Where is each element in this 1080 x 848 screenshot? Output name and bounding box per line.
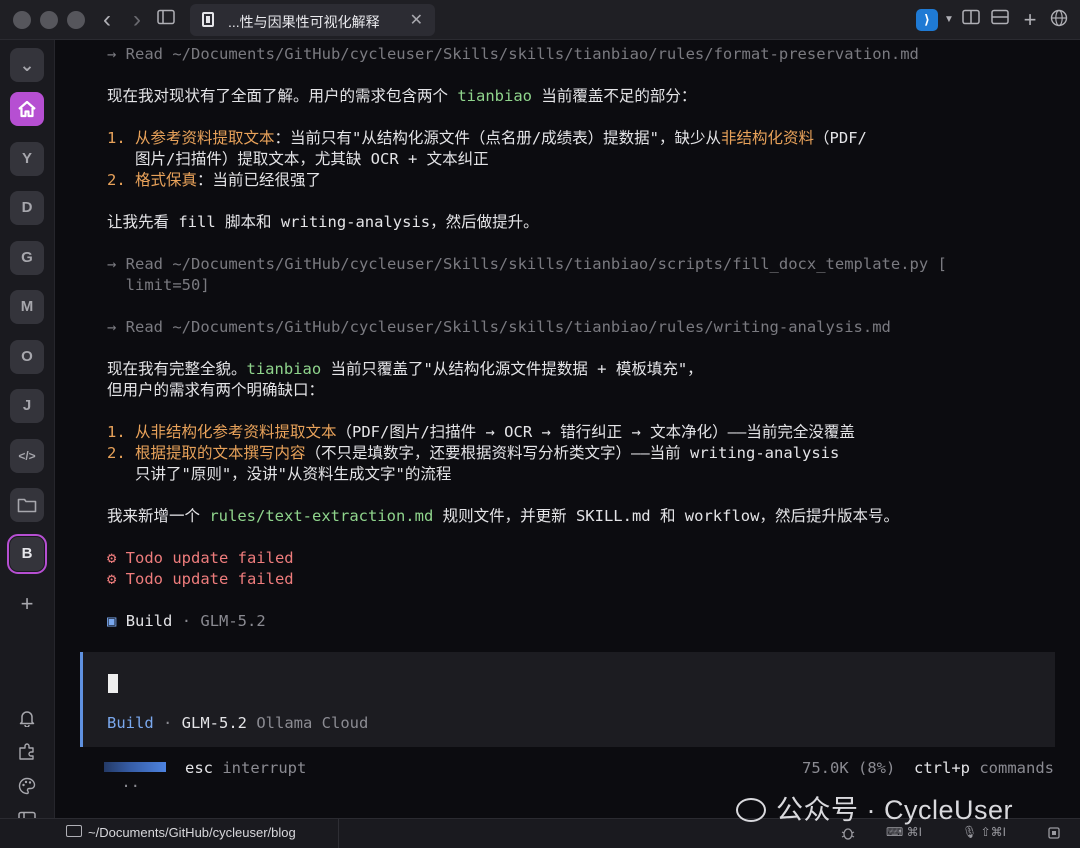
read-log-line: → Read ~/Documents/GitHub/cycleuser/Skil… <box>107 45 919 63</box>
model-label[interactable]: GLM-5.2 <box>182 714 247 732</box>
mic-icon: 🎙 <box>962 825 978 839</box>
list-item: 1. 从参考资料提取文本：当前只有"从结构化源文件（点名册/成绩表）提数据"，缺… <box>107 129 867 147</box>
assistant-message-continuation: 但用户的需求有两个明确缺口： <box>107 381 325 399</box>
minimize-window-button[interactable] <box>40 11 58 29</box>
add-workspace-icon[interactable]: + <box>15 592 39 616</box>
list-item-continuation: 图片/扫描件）提取文本，尤其缺 OCR + 文本纠正 <box>107 150 489 168</box>
assistant-message: 现在我对现状有了全面了解。用户的需求包含两个 tianbiao 当前覆盖不足的部… <box>107 87 697 105</box>
workspace-button[interactable]: D <box>10 191 44 225</box>
highlight-term: tianbiao <box>246 360 322 378</box>
highlight-term: 从参考资料提取文本 <box>135 129 275 147</box>
globe-icon[interactable] <box>1048 9 1070 31</box>
title-bar: ‹ › ...性与因果性可视化解释 ✕ ⟩ ▼ + <box>0 0 1080 40</box>
list-item: 1. 从非结构化参考资料提取文本（PDF/图片/扫描件 → OCR → 错行纠正… <box>107 423 855 441</box>
palette-icon[interactable] <box>15 777 39 801</box>
workspace-button[interactable]: J <box>10 389 44 423</box>
read-log-line: → Read ~/Documents/GitHub/cycleuser/Skil… <box>107 255 947 273</box>
highlight-term: 根据提取的文本撰写内容 <box>135 444 306 462</box>
workspace-button[interactable]: M <box>10 290 44 324</box>
bell-icon[interactable] <box>15 709 39 733</box>
text-cursor <box>108 674 118 693</box>
assistant-message: 让我先看 fill 脚本和 writing-analysis，然后做提升。 <box>107 213 539 231</box>
highlight-term: 从非结构化参考资料提取文本 <box>135 423 337 441</box>
highlight-term: 非结构化资料 <box>721 129 815 147</box>
keyboard-shortcut[interactable]: ⌨ ⌘I <box>886 825 922 839</box>
todo-error-line: ⚙ Todo update failed <box>107 549 294 567</box>
close-tab-icon[interactable]: ✕ <box>410 10 423 30</box>
prompt-input[interactable]: Build · GLM-5.2 Ollama Cloud <box>80 652 1055 747</box>
workspace-button[interactable]: G <box>10 241 44 275</box>
read-log-line: → Read ~/Documents/GitHub/cycleuser/Skil… <box>107 318 891 336</box>
assistant-message: 现在我有完整全貌。tianbiao 当前只覆盖了"从结构化源文件提数据 + 模板… <box>107 360 703 378</box>
workspace-button-active[interactable]: B <box>7 534 47 574</box>
wechat-icon <box>736 798 766 822</box>
workspace-button[interactable]: Y <box>10 142 44 176</box>
provider-label: Ollama Cloud <box>256 714 369 732</box>
workspace-rail: ⌄ Y D G M O J </> B + <box>0 40 55 827</box>
esc-key: esc <box>185 759 213 777</box>
list-item-continuation: 只讲了"原则"，没讲"从资料生成文字"的流程 <box>107 465 452 483</box>
list-item: 2. 根据提取的文本撰写内容（不只是填数字，还要根据资料写分析类文字）——当前 … <box>107 444 840 462</box>
keyboard-icon: ⌨ <box>886 825 904 839</box>
divider <box>338 819 339 848</box>
status-line: ·· esc interrupt 75.0K (8%) ctrl+p comma… <box>84 759 1054 795</box>
split-horizontal-icon[interactable] <box>989 9 1011 31</box>
read-log-line-continuation: limit=50] <box>107 276 210 294</box>
highlight-term: rules/text-extraction.md <box>209 507 434 525</box>
input-mode-line: Build · GLM-5.2 Ollama Cloud <box>107 714 369 732</box>
split-vertical-icon[interactable] <box>960 9 982 31</box>
chip-icon[interactable] <box>1046 825 1062 844</box>
home-button[interactable] <box>10 92 44 126</box>
build-indicator: ▣ Build · GLM-5.2 <box>107 612 266 630</box>
assistant-message: 我来新增一个 rules/text-extraction.md 规则文件，并更新… <box>107 507 899 525</box>
collapse-toggle-icon[interactable]: ⌄ <box>10 48 44 82</box>
token-usage: 75.0K (8%) <box>802 759 896 777</box>
folder-icon <box>17 498 37 513</box>
todo-error-line: ⚙ Todo update failed <box>107 570 294 588</box>
bug-icon[interactable] <box>840 825 856 844</box>
new-tab-icon[interactable]: + <box>1019 9 1041 31</box>
workspace-button[interactable]: O <box>10 340 44 374</box>
list-item: 2. 格式保真：当前已经很强了 <box>107 171 322 189</box>
spinner-dots: ·· <box>121 777 140 795</box>
back-icon[interactable]: ‹ <box>96 8 118 32</box>
close-window-button[interactable] <box>13 11 31 29</box>
forward-icon[interactable]: › <box>126 8 148 32</box>
terminal-output[interactable]: → Read ~/Documents/GitHub/cycleuser/Skil… <box>56 40 1080 818</box>
sidebar-toggle-icon[interactable] <box>155 9 177 31</box>
mic-shortcut[interactable]: 🎙 ⇧⌘I <box>962 825 1006 839</box>
zoom-window-button[interactable] <box>67 11 85 29</box>
plugin-icon[interactable] <box>15 743 39 767</box>
highlight-term: tianbiao <box>457 87 532 105</box>
progress-indicator <box>104 762 166 772</box>
folder-button[interactable] <box>10 488 44 522</box>
chevron-down-icon[interactable]: ▼ <box>938 9 960 31</box>
esc-label: interrupt <box>222 759 307 777</box>
document-icon <box>202 12 214 27</box>
code-icon[interactable]: </> <box>10 439 44 473</box>
vscode-icon[interactable]: ⟩ <box>916 9 938 31</box>
command-key: ctrl+p <box>914 759 970 777</box>
tab-title: ...性与因果性可视化解释 <box>228 14 380 30</box>
watermark: 公众号 · CycleUser <box>736 788 1013 827</box>
home-icon <box>18 100 36 118</box>
current-path[interactable]: ~/Documents/GitHub/cycleuser/blog <box>88 825 296 840</box>
mode-label[interactable]: Build <box>107 714 154 732</box>
folder-icon <box>66 825 82 837</box>
highlight-term: 格式保真 <box>135 171 198 189</box>
command-label: commands <box>979 759 1054 777</box>
build-icon: ▣ <box>107 612 117 630</box>
tab-active[interactable]: ...性与因果性可视化解释 ✕ <box>190 4 435 36</box>
